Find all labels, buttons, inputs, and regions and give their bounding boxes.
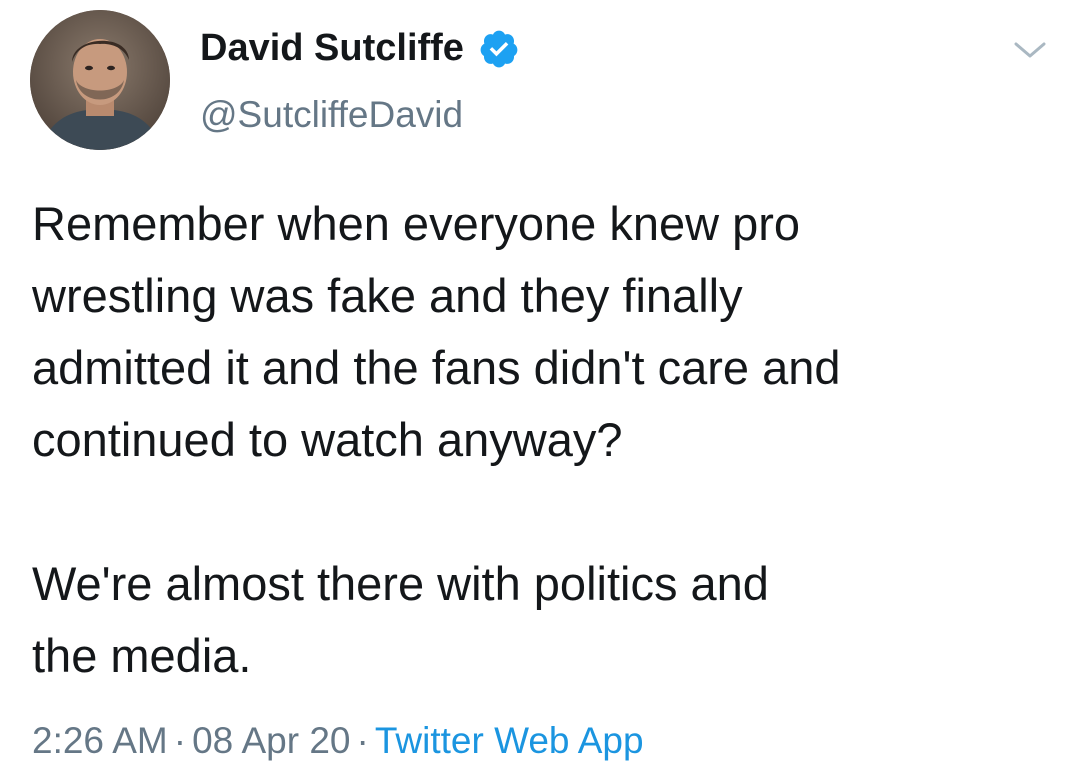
chevron-down-icon[interactable] bbox=[1010, 36, 1050, 64]
tweet-text: Remember when everyone knew pro wrestlin… bbox=[32, 188, 1062, 692]
author-display-name[interactable]: David Sutcliffe bbox=[200, 24, 464, 72]
verified-badge-icon bbox=[480, 30, 518, 68]
avatar[interactable] bbox=[30, 10, 170, 150]
author-handle[interactable]: @SutcliffeDavid bbox=[200, 92, 463, 138]
tweet-source-link[interactable]: Twitter Web App bbox=[375, 720, 644, 761]
tweet-paragraph: Remember when everyone knew pro wrestlin… bbox=[32, 197, 841, 466]
tweet-date[interactable]: 08 Apr 20 bbox=[192, 720, 350, 761]
tweet-paragraph: We're almost there with politics and the… bbox=[32, 557, 769, 682]
tweet-card: David Sutcliffe @SutcliffeDavid Remember… bbox=[0, 0, 1080, 780]
profile-photo bbox=[30, 10, 170, 150]
tweet-time[interactable]: 2:26 AM bbox=[32, 720, 168, 761]
tweet-metadata: 2:26 AM · 08 Apr 20 · Twitter Web App bbox=[32, 716, 644, 766]
meta-separator: · bbox=[173, 720, 187, 761]
meta-separator: · bbox=[356, 720, 369, 761]
